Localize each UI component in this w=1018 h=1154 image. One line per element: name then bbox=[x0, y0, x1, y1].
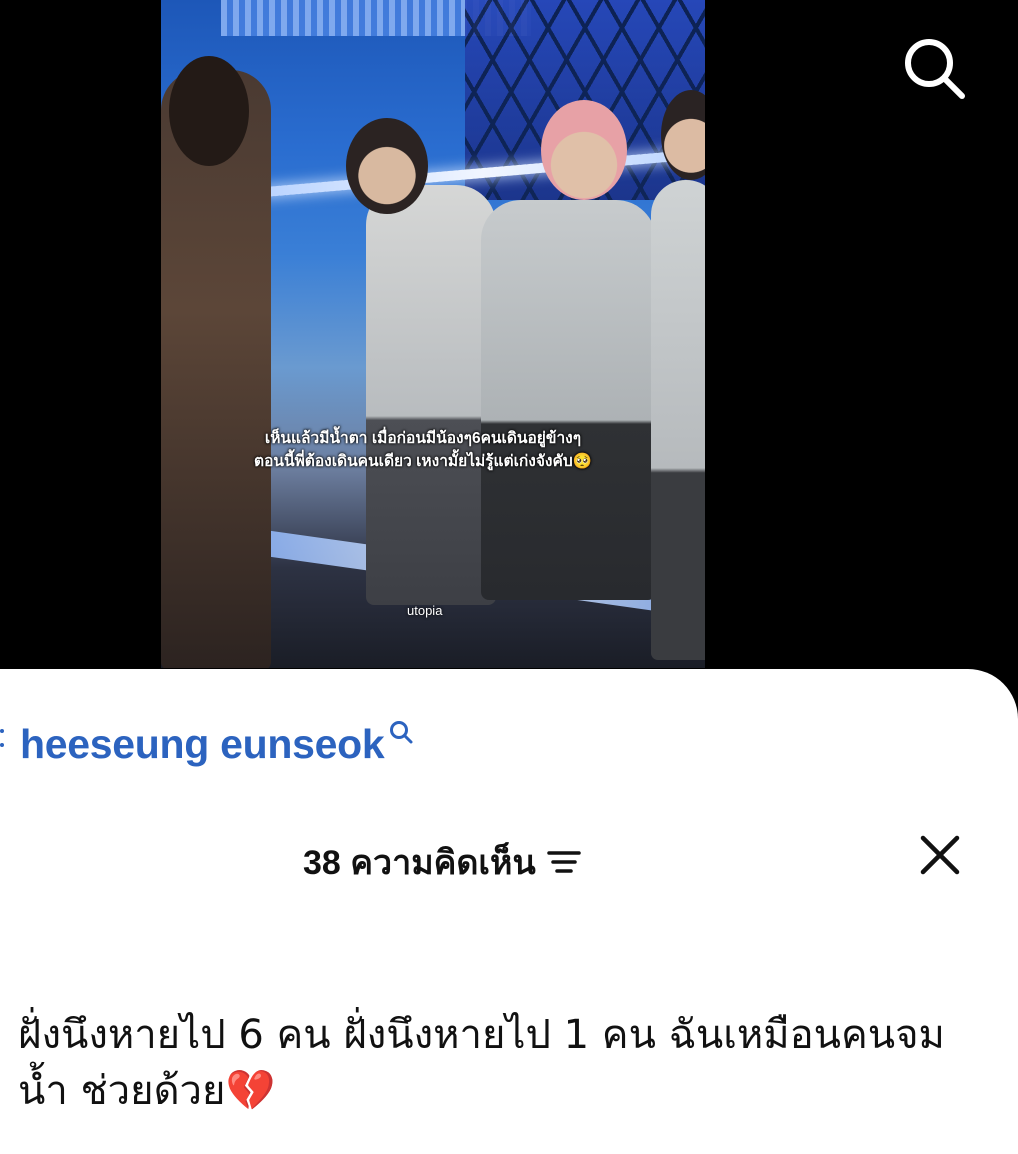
video-player[interactable]: เห็นแล้วมีน้ำตา เมื่อก่อนมีน้องๆ6คนเดินอ… bbox=[161, 0, 705, 668]
close-icon bbox=[920, 835, 960, 875]
search-button[interactable] bbox=[900, 34, 966, 100]
comment-count-label: 38 ความคิดเห็น bbox=[303, 844, 536, 882]
comments-header: 38 ความคิดเห็น bbox=[0, 829, 1018, 883]
search-suggestion-label: heeseung eunseok bbox=[20, 721, 385, 767]
performer-right bbox=[651, 180, 705, 660]
video-watermark: utopia bbox=[407, 603, 443, 618]
performer-pink-hair bbox=[481, 200, 656, 600]
close-button[interactable] bbox=[918, 833, 962, 877]
sort-comments-button[interactable]: 38 ความคิดเห็น bbox=[303, 835, 582, 889]
comment-item[interactable]: ฝั่งนึงหายไป 6 คน ฝั่งนึงหายไป 1 คน ฉันเ… bbox=[18, 1007, 978, 1119]
sort-icon bbox=[546, 851, 581, 873]
performer-left-head bbox=[169, 56, 249, 166]
comment-text: ฝั่งนึงหายไป 6 คน ฝั่งนึงหายไป 1 คน ฉันเ… bbox=[18, 1012, 945, 1114]
overflow-text-fragment bbox=[0, 723, 5, 753]
search-icon bbox=[390, 721, 413, 744]
performer-center-head bbox=[346, 118, 428, 214]
performer-pink-hair-head bbox=[541, 100, 627, 200]
search-icon bbox=[905, 39, 965, 99]
video-caption-line-1: เห็นแล้วมีน้ำตา เมื่อก่อนมีน้องๆ6คนเดินอ… bbox=[264, 430, 582, 447]
performer-center bbox=[366, 185, 496, 605]
video-caption-line-2: ตอนนี้พี่ต้องเดินคนเดียว เหงามั้ยไม่รู้แ… bbox=[254, 453, 592, 470]
comments-sheet: heeseung eunseok 38 ความคิดเห็น ฝั่งนึงห… bbox=[0, 669, 1018, 1154]
search-suggestion-link[interactable]: heeseung eunseok bbox=[20, 721, 414, 767]
